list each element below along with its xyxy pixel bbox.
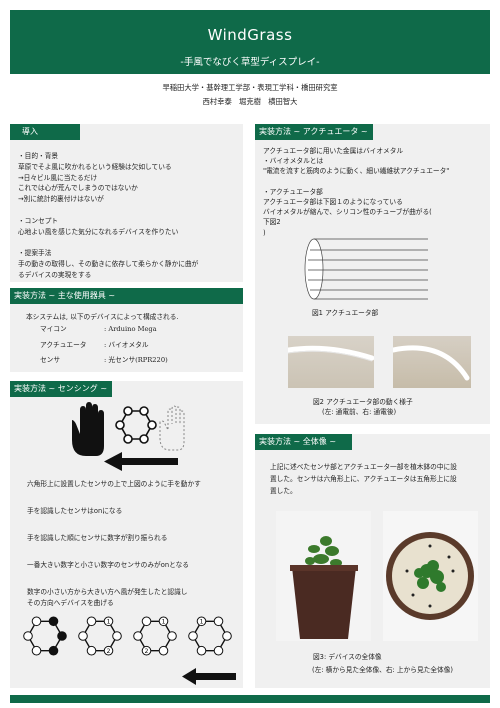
- sensor-order-label: 1: [200, 618, 204, 625]
- sensor-hexagon: 12: [133, 616, 177, 656]
- devices-intro: 本システムは, 以下のデバイスによって構成される.: [26, 313, 179, 321]
- sensor-node: [222, 631, 232, 641]
- actuator-line: "電流を流すと筋肉のように動く、細い繊維状アクチュエータ": [263, 167, 450, 176]
- affiliation: 早稲田大学・基幹理工学部・表現工学科・橋田研究室: [162, 83, 338, 92]
- device-name: アクチュエータ: [40, 341, 87, 349]
- title-banner: WindGrass -手風でなびく草型ディスプレイ-: [10, 10, 490, 74]
- sensor-order-label: 1: [107, 618, 111, 625]
- sensor-hexagon: 1: [188, 616, 232, 656]
- sensor-node: [213, 616, 224, 627]
- sensor-node: [167, 631, 177, 641]
- device-name: マイコン: [40, 325, 67, 333]
- intro-line: るデバイスの実現をする: [18, 270, 92, 279]
- actuator-line: ・アクチュエータ部: [263, 187, 323, 196]
- device-name: センサ: [40, 356, 61, 364]
- device-value: : 光センサ(RPR220): [104, 356, 168, 364]
- sensor-order-label: 2: [145, 648, 149, 655]
- sensor-node: [133, 631, 143, 641]
- sensor-node: [141, 616, 152, 627]
- actuator-line: ・バイオメタルとは: [263, 157, 324, 166]
- sensor-node: [213, 645, 224, 656]
- intro-line: ・目的・背景: [18, 152, 59, 160]
- hand-icon: [72, 402, 104, 456]
- sensor-node: [86, 616, 97, 627]
- intro-line: 草原でそよ風に吹かれるという経験は欠如している: [18, 162, 172, 171]
- device-side-photo: [276, 511, 371, 641]
- sensor-node: [57, 631, 67, 641]
- sensor-hexagon: [115, 406, 157, 444]
- intro-line: ・提案手法: [18, 249, 52, 258]
- figure-caption: (左: 通電前、右: 通電後): [322, 408, 397, 416]
- sensor-node: [48, 616, 59, 627]
- actuator-heading: 実装方法 ~ アクチュエータ ~: [255, 124, 373, 140]
- figure-caption: 図3: デバイスの全体像: [313, 653, 382, 661]
- intro-line: ・コンセプト: [18, 216, 59, 225]
- sensing-step: 手を認識した順にセンサに数字が割り振られる: [27, 534, 168, 542]
- actuator-line: ): [263, 228, 266, 237]
- sensor-order-label: 2: [107, 648, 111, 655]
- actuator-line: バイオメタルが縮んで、シリコン性のチューブが曲がる(: [263, 208, 432, 217]
- sensor-order-label: 1: [162, 618, 166, 625]
- figure-caption: 図1 アクチュエータ部: [312, 309, 379, 317]
- authors: 西村幸泰 堀克樹 横田智大: [202, 97, 298, 106]
- sensor-node: [31, 616, 42, 627]
- actuator-diagram: [304, 238, 428, 300]
- intro-line: →日々ビル風に当たるだけ: [18, 173, 98, 182]
- figure-caption: 図2 アクチュエータ部の動く様子: [313, 398, 413, 406]
- sensor-node: [86, 645, 97, 656]
- sensor-node: [23, 631, 33, 641]
- sensing-step: 手を認識したセンサはonになる: [27, 507, 123, 515]
- device-top-photo: [383, 511, 478, 641]
- sensing-step: その方向へデバイスを曲げる: [27, 599, 114, 607]
- actuator-photo-before: [285, 336, 375, 388]
- left-arrow-icon: [104, 452, 178, 471]
- sensor-node: [112, 631, 122, 641]
- intro-line: →別に統計的裏付けはないが: [18, 195, 104, 204]
- sensing-illustration: [72, 402, 185, 471]
- actuator-line: アクチュエータ部は下図１のようになっている: [263, 198, 403, 206]
- figure-caption: (左: 横から見た全体像、右: 上から見た全体像): [312, 666, 454, 674]
- left-arrow-icon: [182, 668, 236, 685]
- overall-text: 上記に述べたセンサ部とアクチュエータ一部を植木鉢の中に設: [270, 463, 457, 471]
- intro-heading: 導入: [10, 124, 80, 140]
- sensor-node: [31, 645, 42, 656]
- sensing-step: 数字の小さい方から大きい方へ風が発生したと認識し: [27, 588, 188, 596]
- sensor-node: [158, 645, 169, 656]
- actuator-photo-after: [390, 336, 471, 388]
- sensor-node: [78, 631, 88, 641]
- sensor-hexagon: 12: [78, 616, 122, 656]
- overall-heading: 実装方法 ~ 全体像 ~: [255, 434, 352, 450]
- intro-line: 心地よい風を感じた気分になれるデバイスを作りたい: [18, 227, 179, 236]
- devices-heading: 実装方法 ~ 主な使用器具 ~: [10, 288, 243, 304]
- sensor-node: [188, 631, 198, 641]
- intro-line: これでは心が荒んでしまうのではないか: [18, 184, 138, 193]
- actuator-line: 下図2: [263, 218, 281, 227]
- sensing-step: 六角形上に設置したセンサの上で上図のように手を動かす: [27, 480, 201, 488]
- sensor-hexagon: [23, 616, 67, 656]
- ghost-hand-icon: [159, 405, 185, 451]
- footer-bar: [10, 695, 490, 703]
- overall-text: 置した。センサは六角形上に、アクチュエータは五角形上に設: [270, 475, 457, 483]
- sensor-node: [196, 645, 207, 656]
- overall-text: 置した。: [270, 487, 297, 495]
- sensing-heading: 実装方法 ~ センシング ~: [10, 381, 112, 397]
- poster-title: WindGrass: [207, 26, 293, 44]
- sensing-step: 一番大きい数字と小さい数字のセンサのみがonとなる: [27, 561, 189, 569]
- actuator-line: アクチュエータ部に用いた金属はバイオメタル: [263, 147, 404, 155]
- device-value: : Arduino Mega: [104, 325, 157, 333]
- poster-subtitle: -手風でなびく草型ディスプレイ-: [180, 57, 320, 68]
- intro-line: 手の動きの取得し、その動きに依存して柔らかく静かに曲が: [18, 260, 199, 268]
- sensor-node: [48, 645, 59, 656]
- device-value: : バイオメタル: [104, 341, 149, 349]
- sensor-sequence-diagram: 12121: [23, 616, 232, 656]
